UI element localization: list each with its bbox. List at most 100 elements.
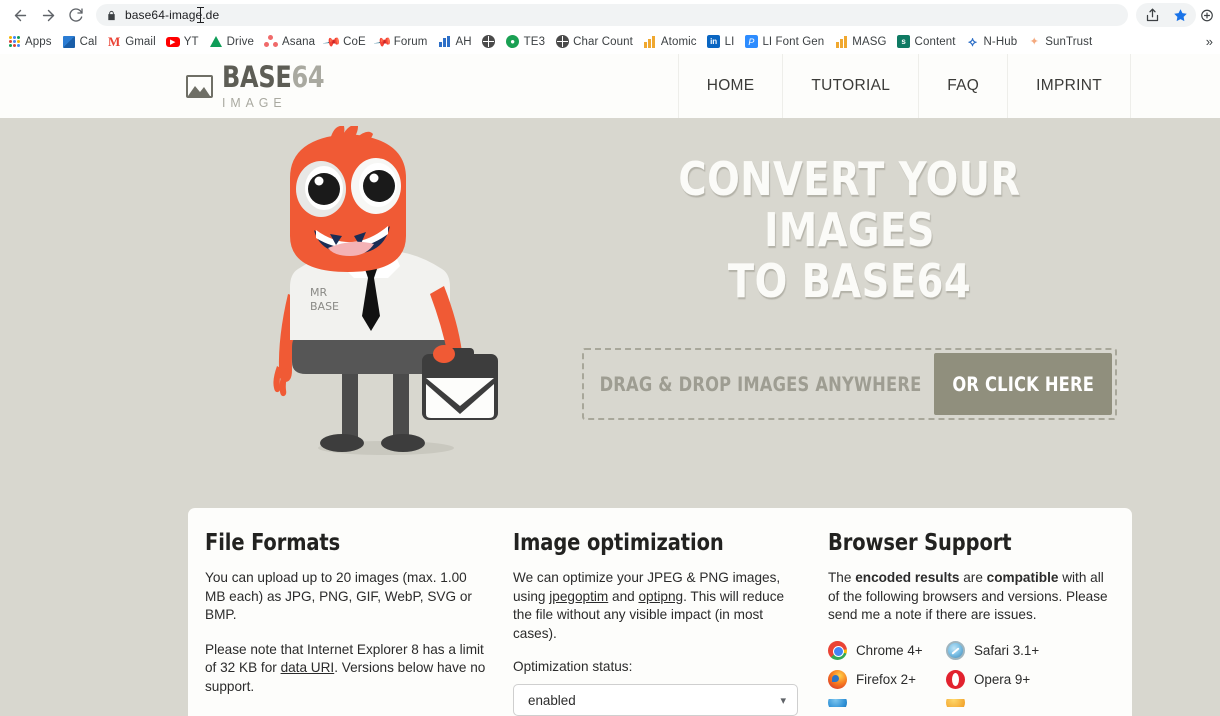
bookmark-content[interactable]: s Content: [892, 33, 961, 51]
bookmark-label: Forum: [393, 35, 428, 48]
bookmark-label: Cal: [79, 35, 98, 48]
browser-label: Chrome 4+: [856, 642, 923, 658]
bookmark-label: LI: [724, 35, 735, 48]
asana-icon: [263, 34, 278, 49]
jpegoptim-link[interactable]: jpegoptim: [549, 589, 608, 604]
toolbar-pill-group: [1136, 3, 1196, 27]
bookmark-n-hub[interactable]: ⟡ N-Hub: [961, 33, 1023, 51]
chevron-down-icon: ▾: [780, 694, 786, 707]
bs-text-a: The: [828, 570, 856, 585]
bookmark-label: Content: [914, 35, 956, 48]
optimization-status-select[interactable]: enabled ▾: [513, 684, 798, 716]
optipng-link[interactable]: optipng: [638, 589, 683, 604]
profile-icon[interactable]: [1200, 4, 1214, 26]
hero-title: CONVERT YOUR IMAGES TO BASE64: [601, 118, 1099, 307]
chrome-icon: [828, 640, 847, 660]
bookmark-te3[interactable]: ● TE3: [501, 33, 550, 51]
bookmark-apps[interactable]: Apps: [2, 33, 57, 51]
browser-item-partial-1: [828, 698, 946, 707]
bookmark-label: Gmail: [125, 35, 156, 48]
bookmark-ah[interactable]: AH: [432, 33, 476, 51]
browser-toolbar: base64-image.de: [0, 0, 1220, 30]
logo-title-light: 64: [291, 60, 325, 94]
file-formats-paragraph-2: Please note that Internet Explorer 8 has…: [205, 641, 487, 697]
mr-base-mascot: MR BASE: [258, 125, 528, 456]
bookmark-li[interactable]: in LI: [702, 33, 740, 51]
opera-icon: [946, 669, 965, 689]
hero-content: CONVERT YOUR IMAGES TO BASE64 DRAG & DRO…: [582, 118, 1117, 420]
site-logo[interactable]: BASE64 IMAGE: [186, 63, 333, 109]
lock-icon: [106, 10, 117, 21]
image-dropzone[interactable]: DRAG & DROP IMAGES ANYWHERE OR CLICK HER…: [582, 348, 1117, 420]
forward-arrow-icon[interactable]: [34, 1, 62, 29]
bookmark-suntrust[interactable]: ✦ SunTrust: [1022, 33, 1097, 51]
bookmark-label: Asana: [281, 35, 316, 48]
nav-item-faq[interactable]: FAQ: [918, 54, 1007, 118]
bookmark-label: MASG: [852, 35, 887, 48]
logo-subtitle: IMAGE: [222, 95, 287, 110]
bookmark-gmail[interactable]: M Gmail: [102, 33, 161, 51]
or-click-here-label: OR CLICK HERE: [952, 372, 1094, 396]
bookmark-label: AH: [455, 35, 472, 48]
suntrust-icon: ✦: [1029, 36, 1039, 48]
toolbar-actions: [1136, 3, 1214, 27]
browser-item-chrome: Chrome 4+: [828, 640, 946, 660]
hero-title-line1: CONVERT YOUR IMAGES: [678, 152, 1021, 257]
bar-chart-orange-icon: [834, 35, 848, 49]
bookmark-masg[interactable]: MASG: [829, 33, 891, 51]
bookmark-label: CoE: [343, 35, 366, 48]
bookmark-label: LI Font Gen: [762, 35, 825, 48]
file-formats-paragraph-1: You can upload up to 20 images (max. 1.0…: [205, 570, 472, 622]
pin-icon: 📌: [373, 31, 393, 52]
nav-item-tutorial[interactable]: TUTORIAL: [782, 54, 918, 118]
browser-label: Firefox 2+: [856, 671, 916, 687]
bookmark-coe[interactable]: 📌 CoE: [320, 32, 371, 51]
bookmark-drive[interactable]: Drive: [204, 33, 259, 51]
or-click-here-button[interactable]: OR CLICK HERE: [934, 353, 1112, 415]
bookmark-asana[interactable]: Asana: [259, 33, 320, 51]
nav-spacer: [1130, 54, 1220, 118]
main-navigation: HOME TUTORIAL FAQ IMPRINT: [677, 54, 1220, 118]
image-optimization-paragraph: We can optimize your JPEG & PNG images, …: [513, 569, 802, 643]
address-bar[interactable]: base64-image.de: [96, 4, 1128, 26]
firefox-icon: [828, 669, 847, 689]
google-drive-icon: [209, 35, 223, 49]
logo-title-dark: BASE: [222, 60, 292, 94]
browser-support-list: Chrome 4+ Safari 3.1+ Firefox 2+ Opera 9…: [828, 640, 1118, 707]
reload-icon[interactable]: [62, 1, 90, 29]
bookmarks-overflow-button[interactable]: »: [1203, 34, 1216, 49]
back-arrow-icon[interactable]: [6, 1, 34, 29]
bookmark-forum[interactable]: 📌 Forum: [371, 31, 433, 52]
nav-item-home[interactable]: HOME: [677, 54, 783, 118]
bs-text-c: are: [959, 570, 987, 585]
bookmark-label: Drive: [226, 35, 254, 48]
bar-chart-orange-icon: [643, 35, 657, 49]
bookmark-label: YT: [183, 35, 199, 48]
bookmark-cal[interactable]: Cal: [57, 33, 103, 51]
bookmark-li-font-gen[interactable]: P LI Font Gen: [739, 33, 829, 51]
apps-grid-icon: [7, 35, 21, 49]
bs-bold-2: compatible: [986, 570, 1059, 585]
te3-icon: ●: [506, 35, 520, 49]
file-formats-column: File Formats You can upload up to 20 ima…: [188, 530, 501, 716]
sharepoint-icon: s: [897, 35, 911, 49]
bookmark-globe-1[interactable]: [477, 33, 501, 51]
youtube-icon: ▶: [165, 35, 180, 49]
globe-icon: [555, 35, 569, 49]
bookmark-yt[interactable]: ▶ YT: [161, 33, 204, 51]
star-icon[interactable]: [1169, 4, 1191, 26]
browser-label: Safari 3.1+: [974, 642, 1040, 658]
browser-support-column: Browser Support The encoded results are …: [816, 530, 1132, 716]
bookmark-atomic[interactable]: Atomic: [638, 33, 702, 51]
bookmarks-bar: Apps Cal M Gmail ▶ YT Drive Asana 📌 CoE …: [0, 30, 1220, 54]
svg-text:MR: MR: [310, 286, 327, 299]
nav-item-imprint[interactable]: IMPRINT: [1007, 54, 1130, 118]
hero-title-line2: TO BASE64: [727, 254, 972, 308]
bookmark-char-count[interactable]: Char Count: [550, 33, 638, 51]
share-icon[interactable]: [1141, 4, 1163, 26]
bookmark-label: Char Count: [573, 35, 633, 48]
browser-item-firefox: Firefox 2+: [828, 669, 946, 689]
bookmark-label: Apps: [25, 35, 52, 48]
text-cursor: [197, 7, 204, 23]
data-uri-link[interactable]: data URI: [281, 660, 335, 675]
